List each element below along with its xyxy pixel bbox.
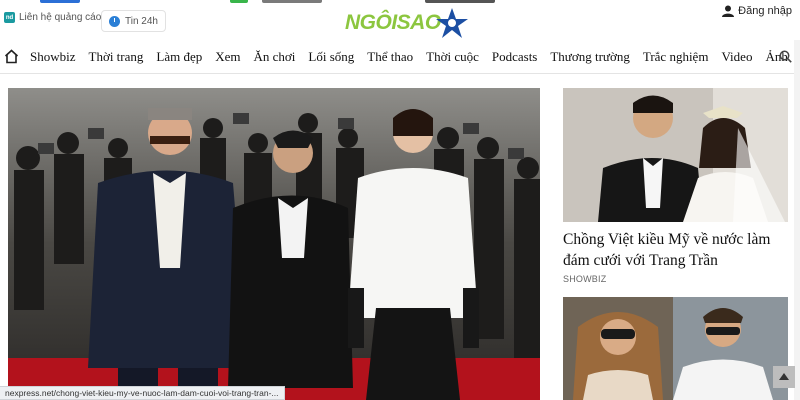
nav-item-0[interactable]: Showbiz xyxy=(30,49,76,65)
login-button[interactable]: Đăng nhập xyxy=(722,5,792,17)
nav-items: Showbiz Thời trang Làm đẹp Xem Ăn chơi Lối số… xyxy=(30,49,788,65)
nav-item-4[interactable]: Ăn chơi xyxy=(254,49,296,65)
home-icon xyxy=(4,49,19,64)
login-label: Đăng nhập xyxy=(738,5,792,17)
category-tag[interactable]: SHOWBIZ xyxy=(563,274,606,284)
scrollbar-track[interactable] xyxy=(794,40,800,400)
red-carpet-photo xyxy=(8,88,540,400)
nav-item-6[interactable]: Thể thao xyxy=(367,49,413,65)
star-icon xyxy=(435,8,468,38)
decor-strip xyxy=(40,0,80,3)
wedding-photo xyxy=(563,88,788,222)
ad-contact-link[interactable]: nd Liên hệ quảng cáo xyxy=(4,12,101,23)
nav-item-7[interactable]: Thời cuộc xyxy=(426,49,479,65)
nav-item-8[interactable]: Podcasts xyxy=(492,49,538,65)
site-logo[interactable]: NGÔISAO xyxy=(345,6,469,40)
nav-item-11[interactable]: Video xyxy=(721,49,752,65)
person-icon xyxy=(722,5,735,17)
logo-text: NGÔISAO xyxy=(345,11,441,34)
nav-item-10[interactable]: Trắc nghiệm xyxy=(643,49,709,65)
search-button[interactable] xyxy=(779,50,792,68)
home-button[interactable] xyxy=(4,49,19,69)
wedding-article-image[interactable] xyxy=(563,88,788,222)
status-bar-url: nexpress.net/chong-viet-kieu-my-ve-nuoc-… xyxy=(0,386,285,400)
article-image-2[interactable] xyxy=(563,297,788,400)
decor-strip xyxy=(262,0,322,3)
arrow-up-icon xyxy=(779,373,789,380)
clock-icon xyxy=(109,15,120,27)
nav-item-1[interactable]: Thời trang xyxy=(89,49,144,65)
wedding-article-title[interactable]: Chồng Việt kiều Mỹ về nước làm đám cưới … xyxy=(563,229,788,271)
celebrity-photo xyxy=(563,297,788,400)
nav-item-9[interactable]: Thương trường xyxy=(550,49,629,65)
nav-item-5[interactable]: Lối sống xyxy=(308,49,354,65)
decor-strip xyxy=(425,0,495,3)
ad-contact-label: Liên hệ quảng cáo xyxy=(19,12,102,23)
decor-strip xyxy=(230,0,248,3)
nav-item-2[interactable]: Làm đẹp xyxy=(156,49,202,65)
top-bar: nd Liên hệ quảng cáo Tin 24h NGÔISAO Đăn… xyxy=(0,0,800,40)
search-icon xyxy=(779,50,792,63)
main-nav: Showbiz Thời trang Làm đẹp Xem Ăn chơi Lối số… xyxy=(0,40,800,74)
hero-image[interactable] xyxy=(8,88,540,400)
ad-icon: nd xyxy=(4,12,15,23)
scroll-to-top-button[interactable] xyxy=(773,366,795,388)
nav-item-3[interactable]: Xem xyxy=(215,49,240,65)
news-24h-button[interactable]: Tin 24h xyxy=(101,10,166,32)
news-24h-label: Tin 24h xyxy=(125,15,158,27)
